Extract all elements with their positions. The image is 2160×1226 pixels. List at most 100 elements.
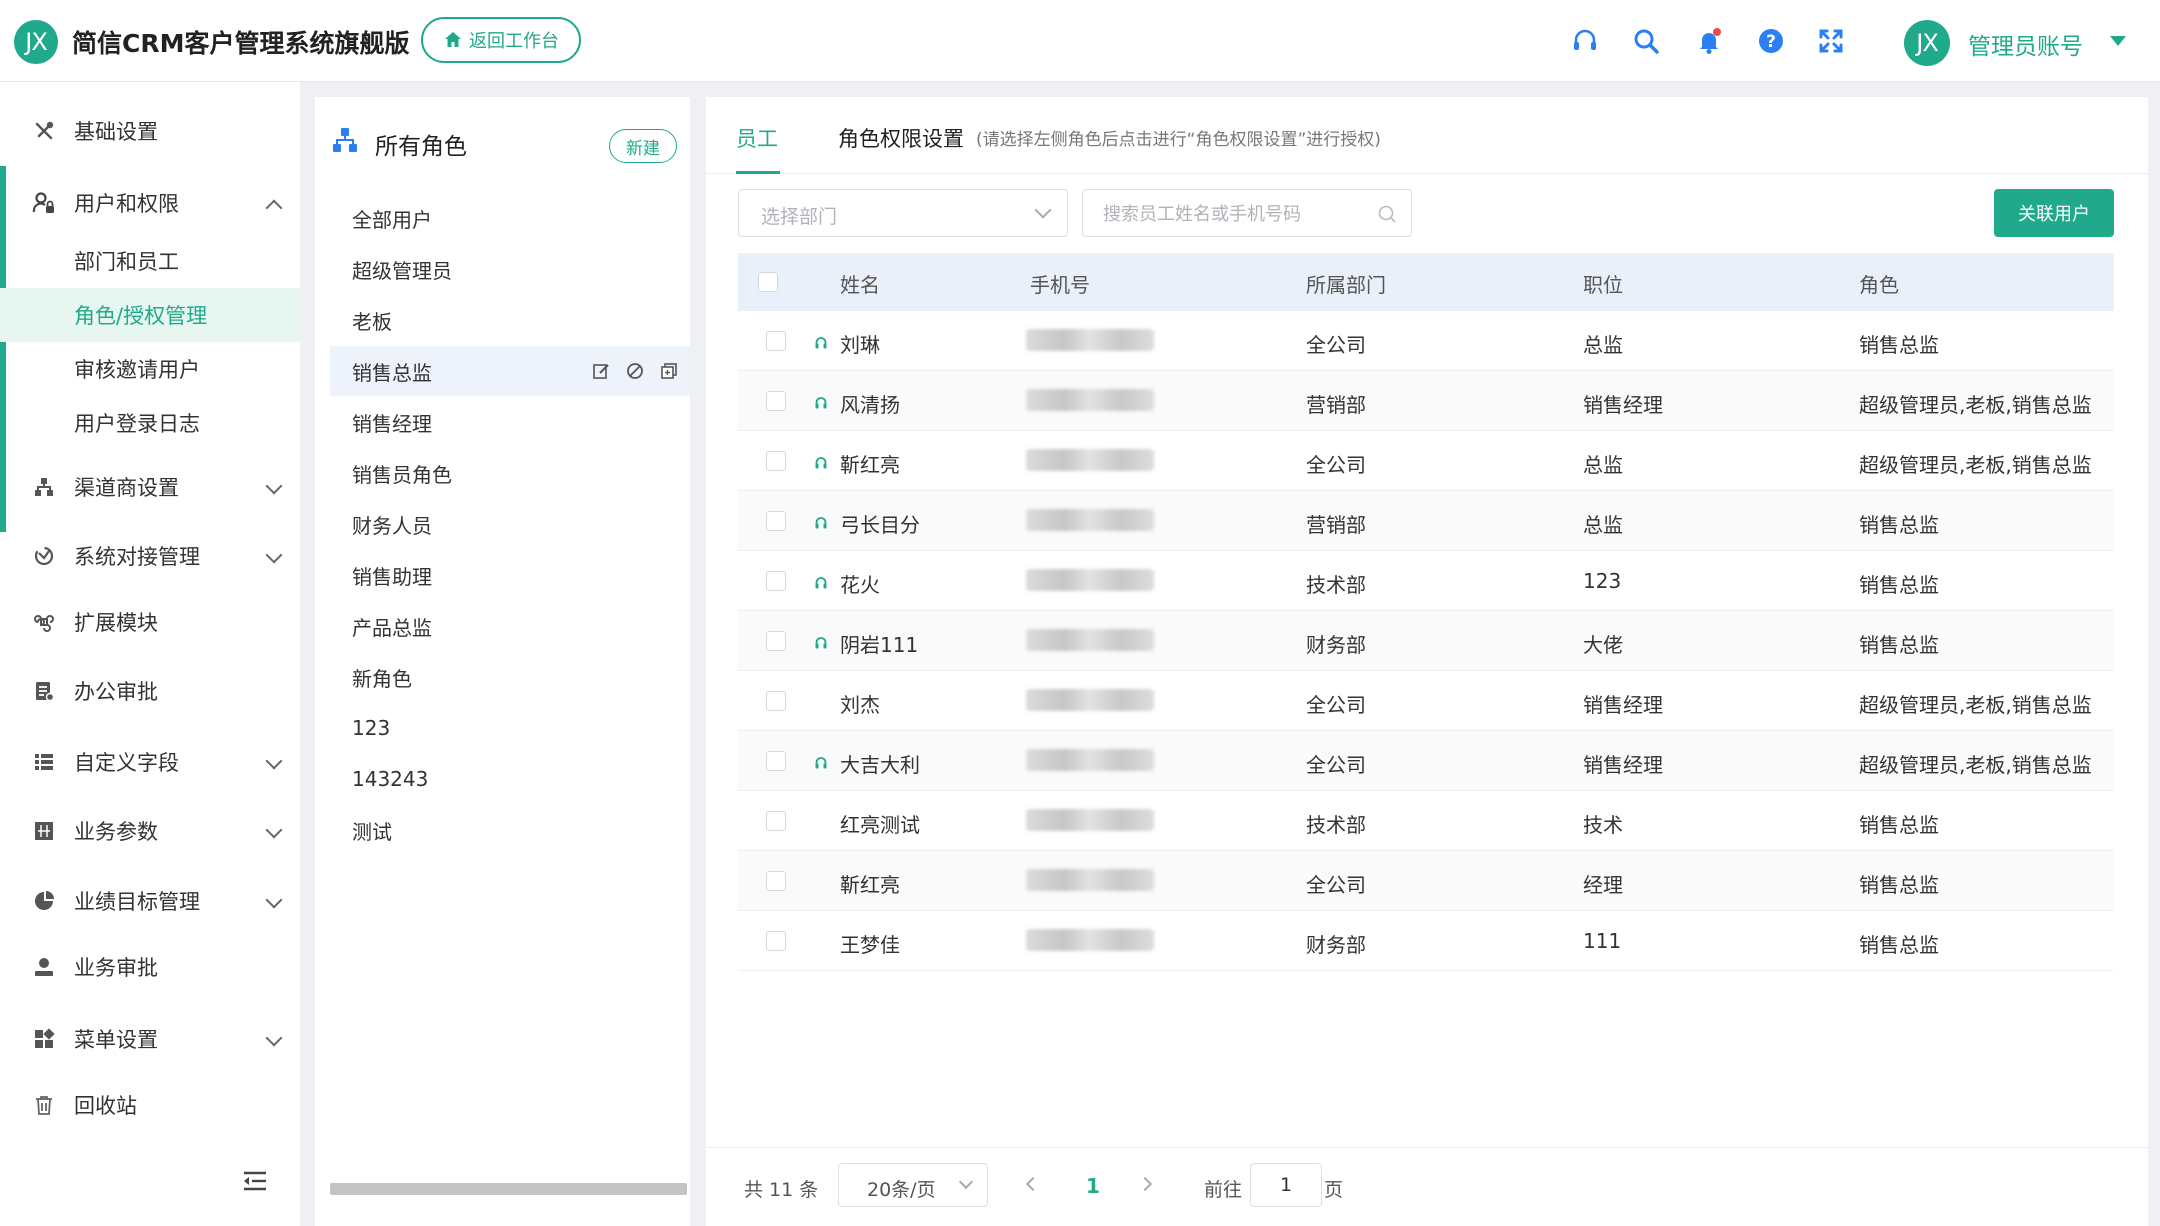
cell-role: 销售总监: [1859, 933, 1939, 957]
role-item[interactable]: 销售助理: [330, 550, 690, 600]
table-row[interactable]: 靳红亮 全公司 总监 超级管理员,老板,销售总监: [738, 431, 2114, 491]
help-icon[interactable]: ?: [1756, 26, 1786, 56]
collapse-sidebar-icon[interactable]: [242, 1170, 268, 1192]
cell-name: 花火: [840, 573, 880, 597]
cell-role: 销售总监: [1859, 813, 1939, 837]
search-icon[interactable]: [1631, 26, 1661, 56]
cell-name: 刘杰: [840, 693, 880, 717]
cell-name: 王梦佳: [840, 933, 900, 957]
user-name[interactable]: 管理员账号: [1968, 27, 2083, 61]
table-row[interactable]: 阴岩111 财务部 大佬 销售总监: [738, 611, 2114, 671]
role-item[interactable]: 143243: [330, 754, 690, 804]
row-checkbox[interactable]: [766, 571, 786, 591]
row-checkbox[interactable]: [766, 631, 786, 651]
table-row[interactable]: 刘杰 全公司 销售经理 超级管理员,老板,销售总监: [738, 671, 2114, 731]
table-row[interactable]: 大吉大利 全公司 销售经理 超级管理员,老板,销售总监: [738, 731, 2114, 791]
table-row[interactable]: 弓长目分 营销部 总监 销售总监: [738, 491, 2114, 551]
table-row[interactable]: 靳红亮 全公司 经理 销售总监: [738, 851, 2114, 911]
prev-page-icon[interactable]: [1025, 1176, 1041, 1192]
next-page-icon[interactable]: [1137, 1176, 1153, 1192]
cell-role: 销售总监: [1859, 333, 1939, 357]
row-checkbox[interactable]: [766, 451, 786, 471]
role-item[interactable]: 全部用户: [330, 193, 690, 243]
cell-name: 大吉大利: [840, 753, 920, 777]
back-to-workbench-button[interactable]: 返回工作台: [421, 17, 581, 63]
cell-role: 销售总监: [1859, 513, 1939, 537]
role-item[interactable]: 销售经理: [330, 397, 690, 447]
search-icon[interactable]: [1377, 204, 1397, 224]
goto-label: 前往: [1204, 1179, 1243, 1201]
bell-icon[interactable]: [1694, 26, 1724, 56]
sidebar-item-business-approval[interactable]: 业务审批: [0, 940, 300, 994]
user-menu-caret-icon[interactable]: [2110, 36, 2126, 46]
select-all-checkbox[interactable]: [758, 272, 778, 292]
tab-role-permissions[interactable]: 角色权限设置: [838, 123, 964, 153]
sidebar-item-extensions[interactable]: 扩展模块: [0, 595, 300, 649]
sidebar-item-business-params[interactable]: 业务参数: [0, 804, 300, 858]
role-item[interactable]: 123: [330, 703, 690, 753]
row-checkbox[interactable]: [766, 391, 786, 411]
headset-icon[interactable]: [1570, 26, 1600, 56]
department-select[interactable]: 选择部门: [738, 189, 1068, 237]
sidebar-item-users-permissions[interactable]: 用户和权限: [0, 176, 300, 230]
sidebar-item-role-management[interactable]: 角色/授权管理: [0, 288, 300, 342]
table-row[interactable]: 王梦佳 财务部 111 销售总监: [738, 911, 2114, 971]
page-size-select[interactable]: 20条/页: [838, 1163, 988, 1207]
user-avatar[interactable]: JX: [1904, 20, 1950, 66]
disable-icon[interactable]: [626, 362, 644, 380]
chevron-down-icon: [265, 546, 283, 564]
cell-dept: 全公司: [1306, 753, 1366, 777]
link-user-button[interactable]: 关联用户: [1994, 189, 2114, 237]
sidebar-item-departments-staff[interactable]: 部门和员工: [0, 234, 300, 288]
column-header-role: 角色: [1859, 273, 1899, 297]
role-item[interactable]: 老板: [330, 295, 690, 345]
cell-dept: 技术部: [1306, 573, 1366, 597]
role-panel-scrollbar[interactable]: [330, 1183, 687, 1195]
table-row[interactable]: 红亮测试 技术部 技术 销售总监: [738, 791, 2114, 851]
staff-search-box[interactable]: [1082, 189, 1412, 237]
table-row[interactable]: 风清扬 营销部 销售经理 超级管理员,老板,销售总监: [738, 371, 2114, 431]
sidebar-item-review-invites[interactable]: 审核邀请用户: [0, 342, 300, 396]
row-checkbox[interactable]: [766, 931, 786, 951]
chevron-down-icon: [265, 821, 283, 839]
cell-role: 销售总监: [1859, 873, 1939, 897]
active-tab-underline: [736, 171, 780, 174]
sidebar-item-basic-settings[interactable]: 基础设置: [0, 104, 300, 158]
fullscreen-icon[interactable]: [1816, 26, 1846, 56]
role-item[interactable]: 超级管理员: [330, 244, 690, 294]
cell-position: 经理: [1583, 873, 1623, 897]
edit-icon[interactable]: [592, 362, 610, 380]
row-checkbox[interactable]: [766, 811, 786, 831]
sidebar-item-menu-settings[interactable]: 菜单设置: [0, 1012, 300, 1066]
table-row[interactable]: 花火 技术部 123 销售总监: [738, 551, 2114, 611]
sidebar-item-system-integration[interactable]: 系统对接管理: [0, 529, 300, 583]
tab-staff[interactable]: 员工: [736, 123, 778, 153]
role-item[interactable]: 测试: [330, 805, 690, 855]
role-item[interactable]: 新角色: [330, 652, 690, 702]
sidebar-item-custom-fields[interactable]: 自定义字段: [0, 735, 300, 789]
table-row[interactable]: 刘琳 全公司 总监 销售总监: [738, 311, 2114, 371]
current-page[interactable]: 1: [1086, 1174, 1100, 1198]
headset-icon: [814, 515, 828, 529]
row-checkbox[interactable]: [766, 331, 786, 351]
row-checkbox[interactable]: [766, 751, 786, 771]
sidebar-item-login-log[interactable]: 用户登录日志: [0, 396, 300, 450]
cell-dept: 营销部: [1306, 513, 1366, 537]
sidebar-item-office-approval[interactable]: 办公审批: [0, 664, 300, 718]
goto-page-input[interactable]: [1250, 1163, 1322, 1207]
role-item[interactable]: 销售员角色: [330, 448, 690, 498]
role-item[interactable]: 财务人员: [330, 499, 690, 549]
new-role-button[interactable]: 新建: [609, 129, 677, 163]
sidebar-item-performance-goals[interactable]: 业绩目标管理: [0, 874, 300, 928]
row-checkbox[interactable]: [766, 511, 786, 531]
sidebar-item-channel-settings[interactable]: 渠道商设置: [0, 460, 300, 514]
sidebar-item-recycle-bin[interactable]: 回收站: [0, 1078, 300, 1132]
role-item[interactable]: 产品总监: [330, 601, 690, 651]
row-checkbox[interactable]: [766, 691, 786, 711]
row-checkbox[interactable]: [766, 871, 786, 891]
staff-search-input[interactable]: [1103, 200, 1373, 228]
cell-name: 风清扬: [840, 393, 900, 417]
role-item-selected[interactable]: 销售总监: [330, 346, 690, 396]
copy-icon[interactable]: [660, 362, 678, 380]
headset-icon: [814, 335, 828, 349]
